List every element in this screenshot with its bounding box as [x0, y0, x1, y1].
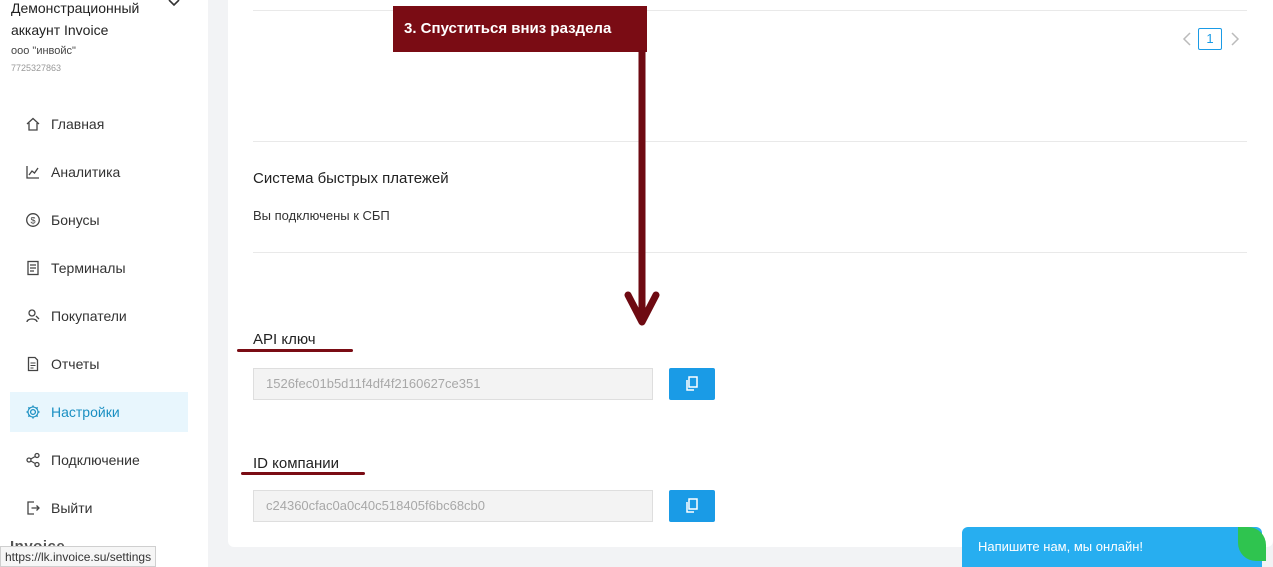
- gear-icon: [24, 403, 42, 421]
- sidebar: Демонстрационный аккаунт Invoice ооо "ин…: [0, 0, 208, 567]
- sidebar-item-label: Терминалы: [51, 260, 126, 276]
- pagination-next-icon[interactable]: [1228, 30, 1242, 48]
- divider: [253, 252, 1247, 253]
- copy-icon: [686, 376, 698, 391]
- sbp-title: Система быстрых платежей: [253, 170, 449, 187]
- api-key-title: API ключ: [253, 331, 316, 348]
- share-icon: [24, 451, 42, 469]
- sidebar-item-home[interactable]: Главная: [10, 104, 188, 144]
- sidebar-item-reports[interactable]: Отчеты: [10, 344, 188, 384]
- step-annotation-banner: 3. Спуститься вниз раздела: [393, 6, 647, 52]
- pagination-prev-icon[interactable]: [1180, 30, 1194, 48]
- copy-api-key-button[interactable]: [669, 368, 715, 400]
- chart-line-icon: [24, 163, 42, 181]
- sidebar-item-label: Настройки: [51, 404, 120, 420]
- api-key-field[interactable]: 1526fec01b5d11f4df4f2160627ce351: [253, 368, 653, 400]
- sidebar-item-customers[interactable]: Покупатели: [10, 296, 188, 336]
- sidebar-item-label: Отчеты: [51, 356, 100, 372]
- settings-card: [228, 0, 1273, 547]
- chevron-down-icon[interactable]: [167, 0, 181, 10]
- sidebar-item-label: Подключение: [51, 452, 140, 468]
- divider: [253, 141, 1247, 142]
- dollar-circle-icon: $: [24, 211, 42, 229]
- home-icon: [24, 115, 42, 133]
- arrow-down-icon: [624, 50, 660, 326]
- annotation-underline: [241, 472, 365, 475]
- customers-icon: [24, 307, 42, 325]
- sbp-status-text: Вы подключены к СБП: [253, 208, 390, 223]
- company-id-title: ID компании: [253, 455, 340, 472]
- sidebar-item-settings[interactable]: Настройки: [10, 392, 188, 432]
- account-name[interactable]: Демонстрационный аккаунт Invoice: [11, 0, 161, 41]
- terminal-icon: [24, 259, 42, 277]
- sidebar-item-logout[interactable]: Выйти: [10, 488, 188, 528]
- sidebar-item-label: Главная: [51, 116, 105, 132]
- pagination-page-current[interactable]: 1: [1198, 28, 1222, 50]
- sidebar-item-label: Покупатели: [51, 308, 127, 324]
- copy-company-id-button[interactable]: [669, 490, 715, 522]
- sidebar-item-terminals[interactable]: Терминалы: [10, 248, 188, 288]
- copy-icon: [686, 498, 698, 513]
- chat-widget[interactable]: Напишите нам, мы онлайн!: [962, 527, 1262, 567]
- account-inn: 7725327863: [11, 63, 62, 73]
- sidebar-item-label: Бонусы: [51, 212, 100, 228]
- svg-text:$: $: [30, 216, 35, 226]
- sidebar-item-analytics[interactable]: Аналитика: [10, 152, 188, 192]
- sidebar-item-bonuses[interactable]: $ Бонусы: [10, 200, 188, 240]
- account-org: ооо "инвойс": [11, 45, 76, 57]
- sidebar-item-connection[interactable]: Подключение: [10, 440, 188, 480]
- report-icon: [24, 355, 42, 373]
- logout-icon: [24, 499, 42, 517]
- browser-status-url: https://lk.invoice.su/settings: [0, 546, 157, 567]
- sidebar-item-label: Аналитика: [51, 164, 121, 180]
- sidebar-item-label: Выйти: [51, 500, 93, 516]
- annotation-underline: [237, 349, 353, 352]
- company-id-field[interactable]: c24360cfac0a0c40c518405f6bc68cb0: [253, 490, 653, 522]
